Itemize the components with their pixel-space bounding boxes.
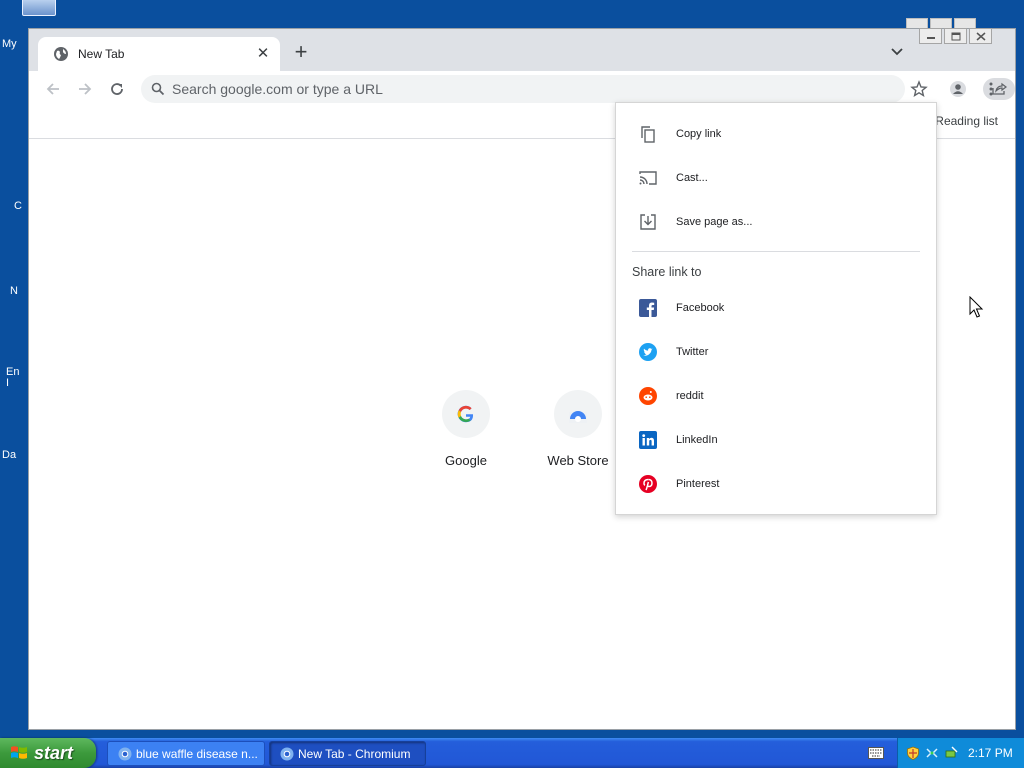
- menu-item-cast[interactable]: Cast...: [616, 158, 936, 198]
- shortcut-tile: [442, 390, 490, 438]
- shortcut-tile: [554, 390, 602, 438]
- google-icon: [457, 405, 474, 423]
- search-input[interactable]: [172, 80, 852, 98]
- minimize-button[interactable]: [919, 28, 942, 44]
- shortcut-google[interactable]: Google: [410, 390, 522, 468]
- start-label: start: [34, 742, 74, 763]
- menu-item-label: reddit: [676, 390, 704, 402]
- menu-item-label: Save page as...: [676, 216, 753, 228]
- share-menu: Copy link Cast... Save page as... Share …: [615, 102, 937, 515]
- menu-item-label: LinkedIn: [676, 434, 718, 446]
- keyboard-icon[interactable]: [868, 747, 884, 759]
- pinterest-icon: [638, 474, 658, 494]
- twitter-icon: [638, 342, 658, 362]
- chromium-icon: [280, 747, 294, 760]
- star-icon[interactable]: [910, 80, 928, 98]
- new-tab-button[interactable]: +: [291, 41, 311, 63]
- tab-new-tab[interactable]: New Tab ✕: [38, 37, 280, 71]
- clock: 2:17 PM: [968, 746, 1013, 760]
- desktop-label-2: C: [14, 200, 22, 212]
- web-store-icon: [569, 411, 587, 423]
- menu-item-copy-link[interactable]: Copy link: [616, 114, 936, 154]
- window-controls: [919, 28, 992, 44]
- network-icon[interactable]: [925, 746, 939, 760]
- windows-logo-icon: [11, 746, 27, 759]
- menu-item-label: Twitter: [676, 346, 709, 358]
- start-button[interactable]: start: [0, 738, 96, 768]
- facebook-icon: [638, 298, 658, 318]
- taskbar-item-label: New Tab - Chromium: [298, 746, 411, 761]
- reddit-icon: [638, 386, 658, 406]
- my-computer-icon[interactable]: [22, 0, 56, 16]
- security-shield-icon[interactable]: [906, 746, 920, 760]
- reload-icon[interactable]: [108, 80, 126, 98]
- tab-title: New Tab: [78, 47, 125, 61]
- search-icon: [151, 82, 165, 96]
- share-link-heading: Share link to: [632, 265, 702, 279]
- shortcut-label: Google: [445, 453, 487, 468]
- menu-item-facebook[interactable]: Facebook: [616, 288, 936, 328]
- copy-icon: [638, 124, 658, 144]
- menu-item-twitter[interactable]: Twitter: [616, 332, 936, 372]
- menu-separator: [632, 251, 920, 252]
- menu-item-linkedin[interactable]: LinkedIn: [616, 420, 936, 460]
- menu-item-reddit[interactable]: reddit: [616, 376, 936, 416]
- taskbar: start blue waffle disease n... New Tab -…: [0, 738, 1024, 768]
- more-menu-icon[interactable]: [982, 80, 1000, 98]
- close-icon[interactable]: ✕: [255, 46, 271, 62]
- system-tray: 2:17 PM: [897, 738, 1024, 768]
- desktop-label-4: En I: [6, 366, 20, 389]
- mouse-cursor-icon: [969, 296, 984, 318]
- desktop-label-5: Da: [2, 449, 17, 461]
- menu-item-pinterest[interactable]: Pinterest: [616, 464, 936, 504]
- forward-icon[interactable]: [76, 80, 94, 98]
- omnibox[interactable]: [141, 75, 1015, 103]
- taskbar-item-new-tab-chromium[interactable]: New Tab - Chromium: [269, 741, 426, 766]
- safely-remove-hardware-icon[interactable]: [944, 746, 958, 760]
- chromium-icon: [118, 747, 132, 760]
- maximize-button[interactable]: [944, 28, 967, 44]
- cast-icon: [638, 168, 658, 188]
- tab-strip: New Tab ✕ +: [29, 28, 1015, 71]
- chevron-down-icon[interactable]: [889, 44, 905, 60]
- linkedin-icon: [638, 430, 658, 450]
- save-icon: [638, 212, 658, 232]
- desktop-label-3: N: [10, 285, 18, 297]
- menu-item-label: Facebook: [676, 302, 725, 314]
- menu-item-label: Pinterest: [676, 478, 720, 490]
- taskbar-item-search-window[interactable]: blue waffle disease n...: [107, 741, 265, 766]
- profile-avatar-icon[interactable]: [949, 80, 967, 98]
- close-window-button[interactable]: [969, 28, 992, 44]
- menu-item-label: Cast...: [676, 172, 708, 184]
- menu-item-save-page[interactable]: Save page as...: [616, 202, 936, 242]
- back-icon[interactable]: [44, 80, 62, 98]
- menu-item-label: Copy link: [676, 128, 722, 140]
- globe-icon: [54, 47, 68, 61]
- taskbar-item-label: blue waffle disease n...: [136, 746, 258, 761]
- reading-list-button[interactable]: Reading list: [935, 114, 998, 128]
- desktop-label-1: My: [2, 38, 17, 50]
